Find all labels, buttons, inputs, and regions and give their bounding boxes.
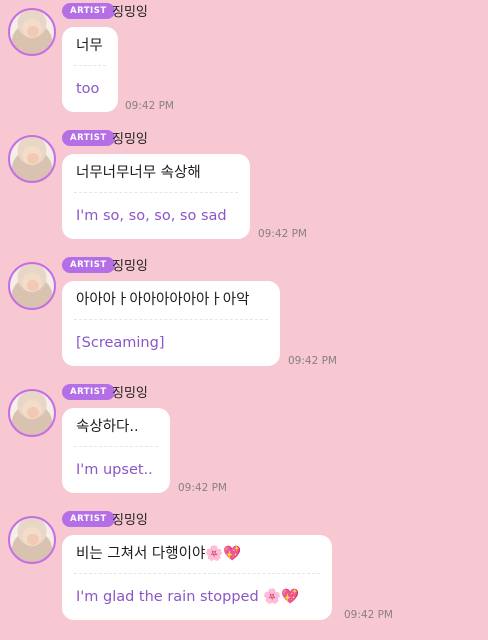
artist-badge: ARTIST [62, 511, 115, 527]
avatar-face [27, 26, 39, 37]
avatar[interactable] [8, 389, 56, 437]
avatar-face [27, 534, 39, 545]
timestamp: 09:42 PM [344, 609, 393, 621]
artist-badge: ARTIST [62, 130, 115, 146]
avatar[interactable] [8, 8, 56, 56]
sender-name[interactable]: 징밍잉 [112, 509, 148, 528]
artist-badge: ARTIST [62, 257, 115, 273]
translated-text: I'm so, so, so, so sad [76, 208, 227, 224]
artist-badge: ARTIST [62, 3, 115, 19]
sender-name[interactable]: 징밍잉 [112, 128, 148, 147]
message-bubble[interactable]: 아아아ㅏ아아아아아아ㅏ아악 [Screaming] [62, 281, 280, 366]
original-text: 아아아ㅏ아아아아아아ㅏ아악 [76, 292, 250, 308]
avatar-face [27, 153, 39, 164]
translated-text: too [76, 81, 100, 97]
timestamp: 09:42 PM [125, 100, 174, 112]
translated-text: I'm glad the rain stopped 🌸💖 [76, 589, 300, 605]
message-bubble[interactable]: 속상하다.. I'm upset.. [62, 408, 170, 493]
artist-badge: ARTIST [62, 384, 115, 400]
message-bubble[interactable]: 너무너무너무 속상해 I'm so, so, so, so sad [62, 154, 250, 239]
original-text: 너무 [76, 38, 103, 54]
original-text: 속상하다.. [76, 419, 139, 435]
original-text: 비는 그쳐서 다행이야🌸💖 [76, 546, 242, 562]
timestamp: 09:42 PM [258, 228, 307, 240]
translated-text: [Screaming] [76, 335, 165, 351]
translated-text: I'm upset.. [76, 462, 153, 478]
avatar[interactable] [8, 516, 56, 564]
avatar[interactable] [8, 262, 56, 310]
avatar-face [27, 280, 39, 291]
original-text: 너무너무너무 속상해 [76, 165, 201, 181]
message-bubble[interactable]: 너무 too [62, 27, 118, 112]
sender-name[interactable]: 징밍잉 [112, 255, 148, 274]
avatar-face [27, 407, 39, 418]
timestamp: 09:42 PM [288, 355, 337, 367]
timestamp: 09:42 PM [178, 482, 227, 494]
message-bubble[interactable]: 비는 그쳐서 다행이야🌸💖 I'm glad the rain stopped … [62, 535, 332, 620]
sender-name[interactable]: 징밍잉 [112, 382, 148, 401]
sender-name[interactable]: 징밍잉 [112, 1, 148, 20]
avatar[interactable] [8, 135, 56, 183]
